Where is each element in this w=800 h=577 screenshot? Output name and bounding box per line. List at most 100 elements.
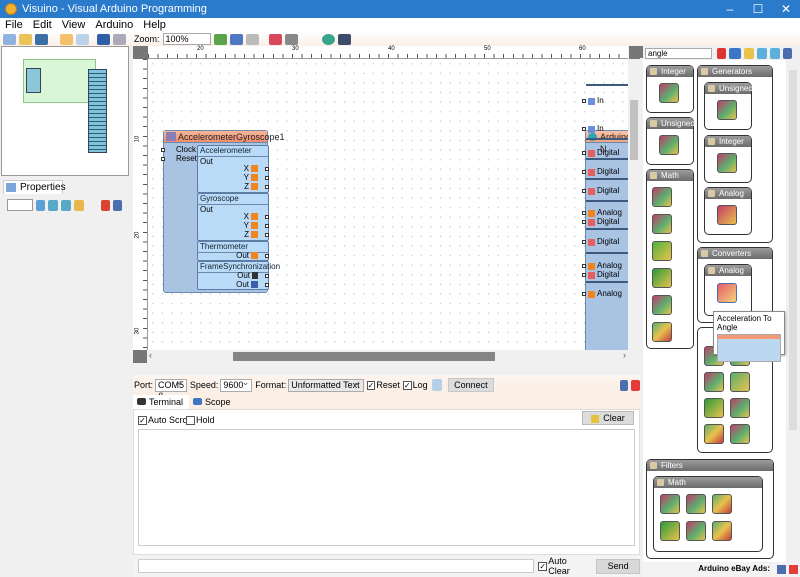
palette-item-math[interactable] [652,322,672,342]
undo-icon[interactable] [97,33,110,45]
auto-scroll-option[interactable]: ✓ Auto Scroll [138,415,192,426]
hold-option[interactable]: Hold [186,415,215,426]
canvas-horizontal-scroll-thumb[interactable] [233,352,495,361]
zoom-out-icon[interactable] [229,33,243,45]
arduino-board-icon[interactable] [321,33,335,45]
power-icon[interactable] [789,565,798,574]
group-header[interactable]: Integer [647,66,693,77]
port-select[interactable]: COM5 (l [155,377,187,401]
filter-icon[interactable] [36,199,45,211]
palette-item-generator[interactable] [717,100,737,120]
menu-view[interactable]: View [62,19,86,31]
palette-splitter[interactable] [635,46,643,58]
palette-item-generator[interactable] [717,153,737,173]
arduino-pin-digital[interactable]: Digital [582,186,619,196]
scroll-left-arrow[interactable]: ‹ [149,350,152,360]
tools-icon[interactable] [783,48,792,59]
arduino-pin-in[interactable]: In [582,96,604,106]
align-icon[interactable] [60,33,73,45]
power-icon[interactable] [631,379,641,391]
arduino-pin-analog[interactable]: Analog [582,289,622,299]
component-header[interactable]: AccelerometerGyroscope1 [164,131,285,143]
palette-item-unsigned[interactable] [659,135,679,155]
log-checkbox[interactable]: ✓ [402,380,412,390]
scroll-right-arrow[interactable]: › [623,350,626,360]
group-header[interactable]: Generators [698,66,772,77]
expand-icon[interactable] [757,48,767,59]
menu-arduino[interactable]: Arduino [95,19,133,31]
group-header[interactable]: Unsigned [647,118,695,129]
output-pin-z[interactable]: Z [244,230,269,240]
open-icon[interactable] [19,33,32,45]
palette-item-filter[interactable] [712,521,732,541]
palette-item-generator[interactable] [717,205,737,225]
tab-terminal[interactable]: Terminal [133,395,190,409]
collapse-icon[interactable] [770,48,780,59]
speed-select[interactable]: 9600 [220,377,253,392]
arduino-pin-digital[interactable]: Digital [582,237,619,247]
palette-item-math[interactable] [652,241,672,261]
delete-wires-icon[interactable] [268,33,282,45]
save-icon[interactable] [35,33,48,45]
menu-edit[interactable]: Edit [33,19,52,31]
palette-item-math[interactable] [652,295,672,315]
output-pin-z[interactable]: Z [244,182,269,192]
properties-search-input[interactable] [7,199,33,211]
diagram-overview[interactable] [1,46,129,176]
grid-icon[interactable] [76,33,89,45]
palette-item-acceleration-to-angle[interactable] [717,283,737,303]
close-button[interactable]: ✕ [772,0,800,18]
group-header[interactable]: Analog G... [705,188,751,209]
palette-search-input[interactable]: angle [645,48,712,59]
zoom-select[interactable]: 100% [162,33,211,45]
collapse-icon[interactable] [61,199,71,211]
menu-help[interactable]: Help [143,19,166,31]
output-pin-out[interactable]: Out [236,251,269,261]
group-header[interactable]: Math [654,477,762,488]
tools-icon[interactable] [777,565,786,574]
maximize-button[interactable]: ☐ [744,0,772,18]
arduino-pin-digital[interactable]: Digital [582,167,619,177]
palette-item-math[interactable] [652,214,672,234]
expand-icon[interactable] [48,199,58,211]
sort-icon[interactable] [74,199,84,211]
send-button[interactable]: Send [596,558,640,574]
terminal-output[interactable] [138,429,635,546]
clear-button[interactable]: Clear [582,411,634,425]
palette-item-converter[interactable] [704,424,724,444]
folder-icon[interactable] [744,48,754,59]
palette-item-converter[interactable] [730,424,750,444]
connect-button[interactable]: Connect [448,378,494,392]
tab-scope[interactable]: Scope [189,395,237,409]
diagram-canvas[interactable]: AccelerometerGyroscope1 Clock Reset Acce… [148,59,628,350]
arduino-pin-in[interactable]: In [582,124,604,134]
zoom-in-icon[interactable] [213,33,227,45]
palette-item-converter[interactable] [730,398,750,418]
reset-checkbox[interactable]: ✓ [366,380,376,390]
palette-item-math[interactable] [652,268,672,288]
palette-item-converter[interactable] [704,398,724,418]
send-input[interactable] [138,559,535,573]
group-header[interactable]: Integer G... [705,136,751,157]
palette-item-math[interactable] [652,187,672,207]
group-header[interactable]: Filters [647,460,773,471]
palette-item-converter[interactable] [704,372,724,392]
input-pin-reset[interactable]: Reset [161,154,197,164]
group-header[interactable]: Math [647,170,693,181]
tab-properties[interactable]: Properties [3,180,66,194]
arduino-pin-digital[interactable]: Digital [582,217,619,227]
filter-dropdown-icon[interactable] [729,48,741,59]
pin-icon[interactable] [101,199,110,211]
palette-item-converter[interactable] [730,372,750,392]
component-accelerometer-gyroscope[interactable]: AccelerometerGyroscope1 Clock Reset Acce… [161,130,285,293]
log-file-icon[interactable] [431,379,443,391]
palette-item-filter[interactable] [686,494,706,514]
palette-item-filter[interactable] [712,494,732,514]
tools-icon[interactable] [619,379,629,391]
palette-item-filter[interactable] [660,521,680,541]
output-pin-out[interactable]: Out [236,280,269,290]
palette-item-integer[interactable] [659,83,679,103]
zoom-fit-icon[interactable] [245,33,259,45]
menu-file[interactable]: File [5,19,23,31]
arduino-pin-digital[interactable]: Digital [582,270,619,280]
